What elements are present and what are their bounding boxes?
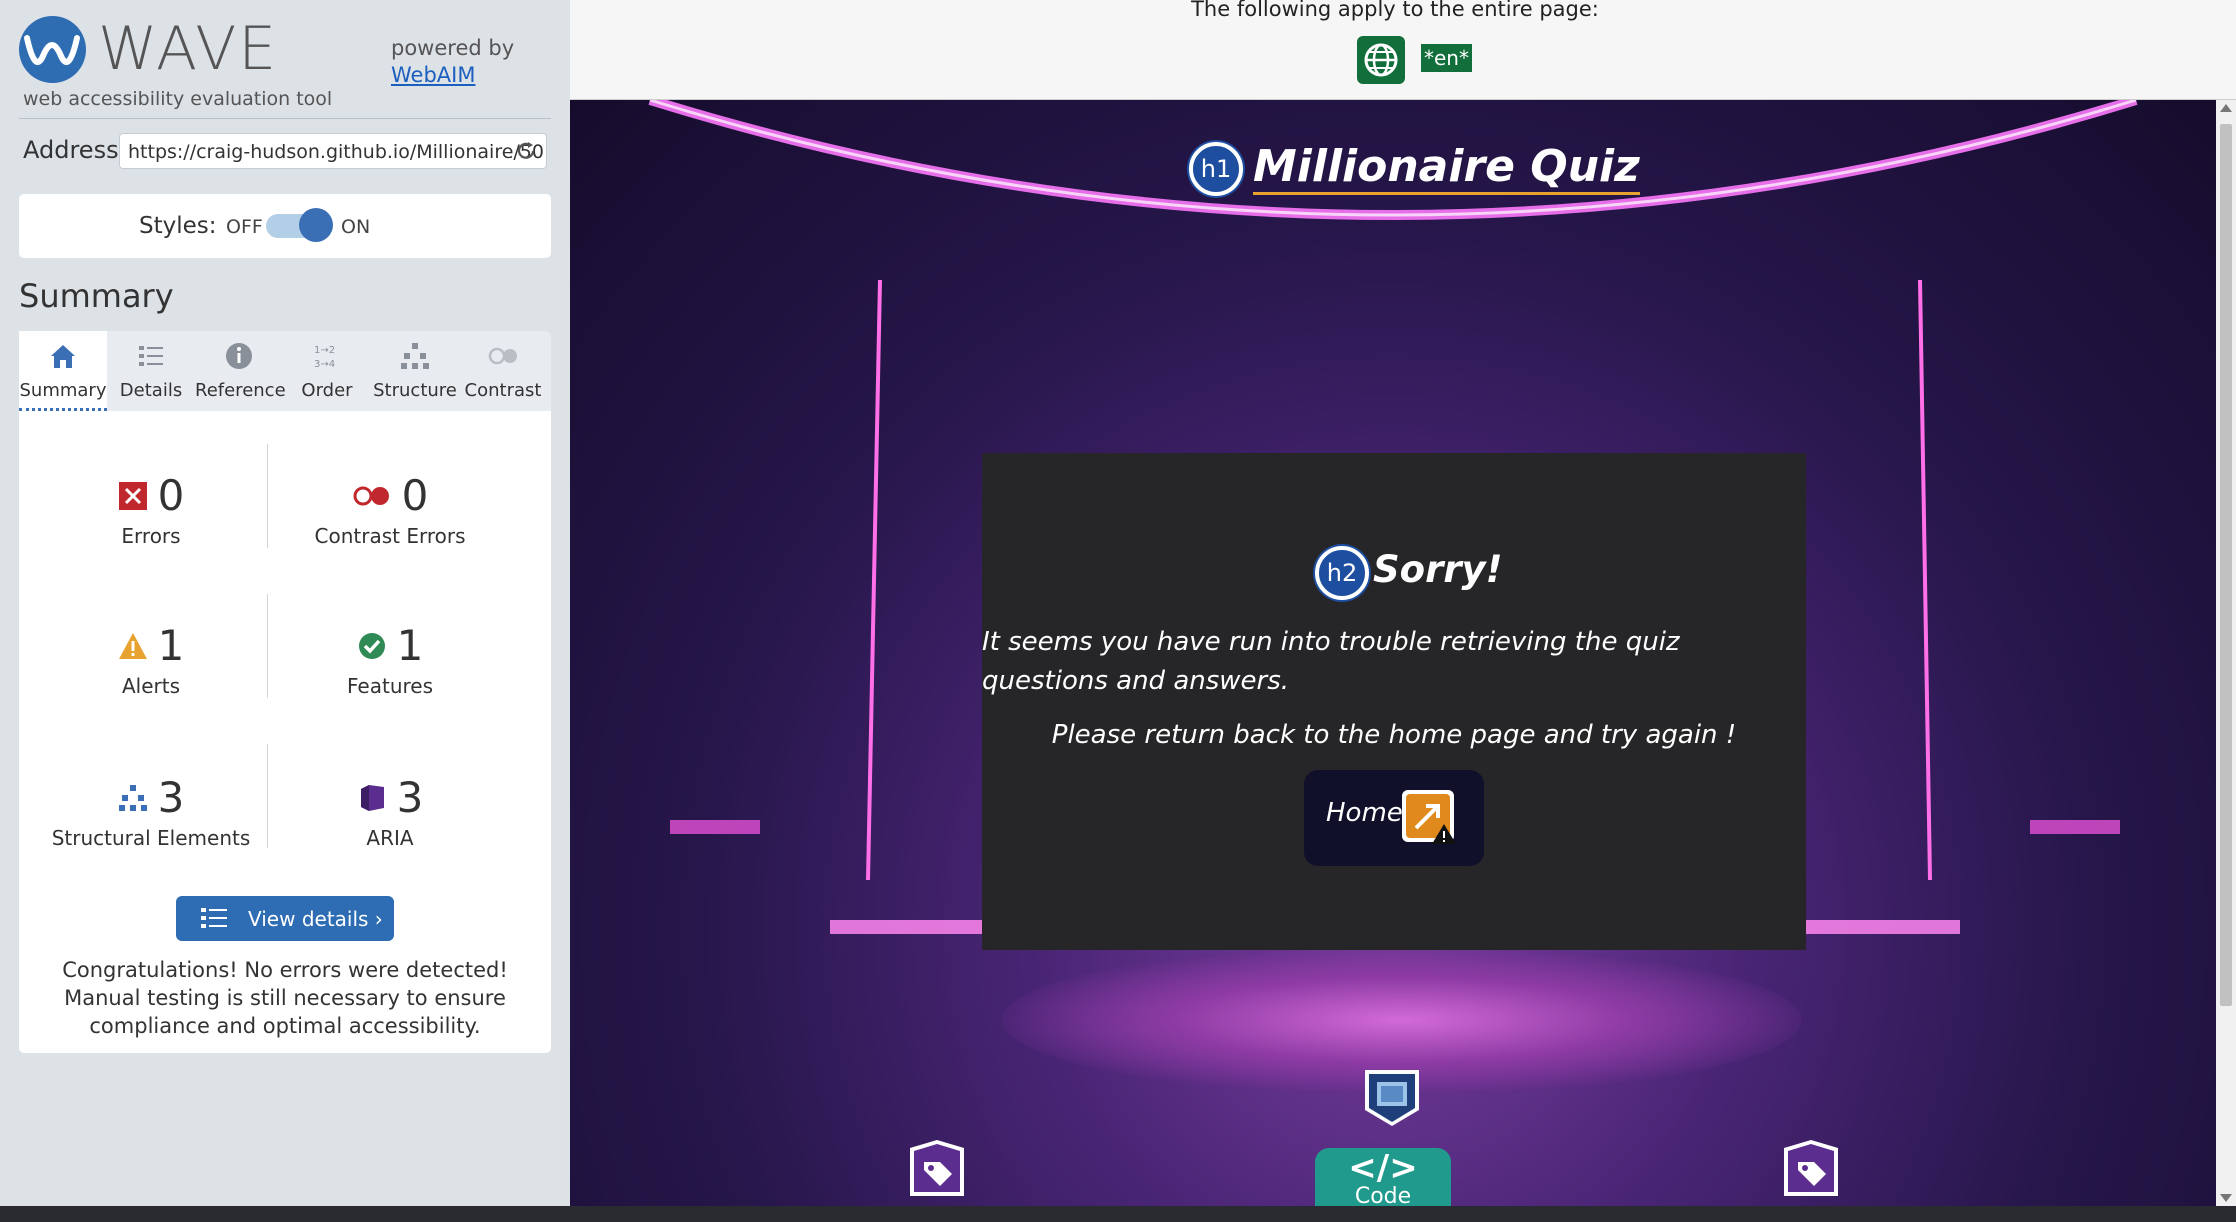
page-preview: h1 Millionaire Quiz h2 Sorry! It seems y… (570, 100, 2216, 1206)
code-badge-label: Code (1354, 1184, 1412, 1206)
tab-reference[interactable]: Reference (195, 331, 286, 411)
wave-logo-text: WAVE (98, 14, 279, 84)
wave-sidebar: WAVE web accessibility evaluation tool p… (0, 0, 570, 1206)
styles-on-label: ON (341, 216, 371, 238)
scrollbar[interactable] (2216, 100, 2236, 1206)
address-label: Address: (23, 136, 127, 164)
h2-badge-icon[interactable]: h2 (1315, 546, 1369, 600)
stat-aria[interactable]: 3 ARIA (270, 773, 510, 850)
styles-panel: Styles: OFF ON (19, 194, 551, 258)
powered-by-text: powered by (391, 36, 515, 60)
code-icon: </> (1348, 1148, 1418, 1188)
divider (19, 118, 551, 119)
stat-alerts[interactable]: 1 Alerts (31, 621, 271, 698)
aria-landmark-icon[interactable] (1361, 1066, 1423, 1128)
styles-off-label: OFF (226, 216, 263, 238)
code-badge[interactable]: </> Code (1315, 1148, 1451, 1206)
retry-message: Please return back to the home page and … (1051, 720, 1737, 750)
tab-summary[interactable]: Summary (19, 331, 107, 411)
aria-cube-icon (360, 784, 384, 811)
taskbar (0, 1206, 2236, 1222)
scroll-up-icon[interactable] (2220, 104, 2232, 112)
reload-icon[interactable] (515, 140, 537, 162)
list-icon (139, 346, 163, 366)
stat-errors[interactable]: 0 Errors (31, 471, 271, 548)
view-details-label: View details › (248, 907, 383, 931)
scrollbar-thumb[interactable] (2220, 124, 2232, 1006)
error-message: It seems you have run into trouble retri… (982, 627, 1680, 696)
stat-features[interactable]: 1 Features (270, 621, 510, 698)
svg-text:3→4: 3→4 (314, 359, 335, 370)
structural-label: Structural Elements (51, 826, 251, 850)
contrast-errors-count: 0 (401, 471, 429, 520)
view-details-button[interactable]: View details › (176, 896, 394, 941)
page-wide-bar: The following apply to the entire page: … (570, 0, 2236, 100)
card-heading: Sorry! (1373, 548, 1503, 591)
alerts-label: Alerts (121, 674, 181, 698)
tab-details[interactable]: Details (107, 331, 195, 411)
alert-link-icon[interactable] (1400, 788, 1458, 846)
summary-heading: Summary (19, 277, 174, 315)
h1-badge-icon[interactable]: h1 (1189, 142, 1243, 196)
stat-contrast-errors[interactable]: 0 Contrast Errors (270, 471, 510, 548)
aria-count: 3 (396, 773, 424, 822)
tab-label: Structure (373, 380, 457, 401)
tab-bar: Summary Details Reference 1→2 3→4 Order S… (19, 331, 551, 411)
order-icon: 1→23→4 (314, 345, 335, 370)
page-title: Millionaire Quiz (1253, 142, 1640, 195)
info-icon (226, 343, 252, 369)
wave-logo-subtitle: web accessibility evaluation tool (23, 88, 333, 110)
language-badge[interactable]: *en* (1421, 44, 1472, 72)
aria-tag-icon[interactable] (1780, 1138, 1842, 1200)
globe-icon[interactable] (1357, 36, 1405, 84)
tab-label: Details (119, 380, 183, 401)
contrast-icon (488, 347, 517, 365)
structure-icon (118, 784, 147, 811)
alert-icon (118, 632, 147, 659)
contrast-error-icon (353, 486, 389, 505)
aria-tag-icon[interactable] (906, 1138, 968, 1200)
error-icon (118, 481, 147, 510)
alerts-count: 1 (157, 621, 185, 670)
styles-toggle-knob[interactable] (299, 208, 333, 242)
page-wide-heading: The following apply to the entire page: (1191, 0, 1599, 21)
features-label: Features (347, 674, 433, 698)
tab-label: Order (301, 380, 353, 401)
tab-structure[interactable]: Structure (371, 331, 459, 411)
tab-label: Contrast (464, 380, 542, 401)
styles-label: Styles: (139, 213, 217, 239)
stat-structural[interactable]: 3 Structural Elements (31, 773, 271, 850)
address-input[interactable]: https://craig-hudson.github.io/Millionai… (119, 133, 547, 169)
tab-label: Summary (19, 380, 107, 401)
home-icon (51, 345, 75, 368)
summary-panel: 0 Errors 0 Contrast Errors 1 Alerts 1 Fe… (19, 411, 551, 1053)
svg-text:1→2: 1→2 (314, 345, 335, 356)
home-button[interactable]: Home (1304, 770, 1484, 866)
feature-check-icon (358, 632, 385, 659)
webaim-link[interactable]: WebAIM (391, 63, 475, 87)
errors-count: 0 (157, 471, 185, 520)
tab-label: Reference (195, 380, 286, 401)
error-card: h2 Sorry! It seems you have run into tro… (982, 453, 1806, 950)
wave-logo-icon (19, 16, 86, 83)
tab-contrast[interactable]: Contrast (459, 331, 547, 411)
scroll-down-icon[interactable] (2220, 1194, 2232, 1202)
congrats-message: Congratulations! No errors were detected… (62, 958, 508, 1038)
list-icon (201, 908, 227, 928)
aria-label: ARIA (366, 826, 414, 850)
structural-count: 3 (157, 773, 185, 822)
errors-label: Errors (121, 524, 181, 548)
features-count: 1 (396, 621, 424, 670)
home-button-label: Home (1326, 798, 1403, 828)
tab-order[interactable]: 1→2 3→4 Order (283, 331, 371, 411)
contrast-errors-label: Contrast Errors (314, 524, 466, 548)
structure-icon (401, 343, 429, 369)
